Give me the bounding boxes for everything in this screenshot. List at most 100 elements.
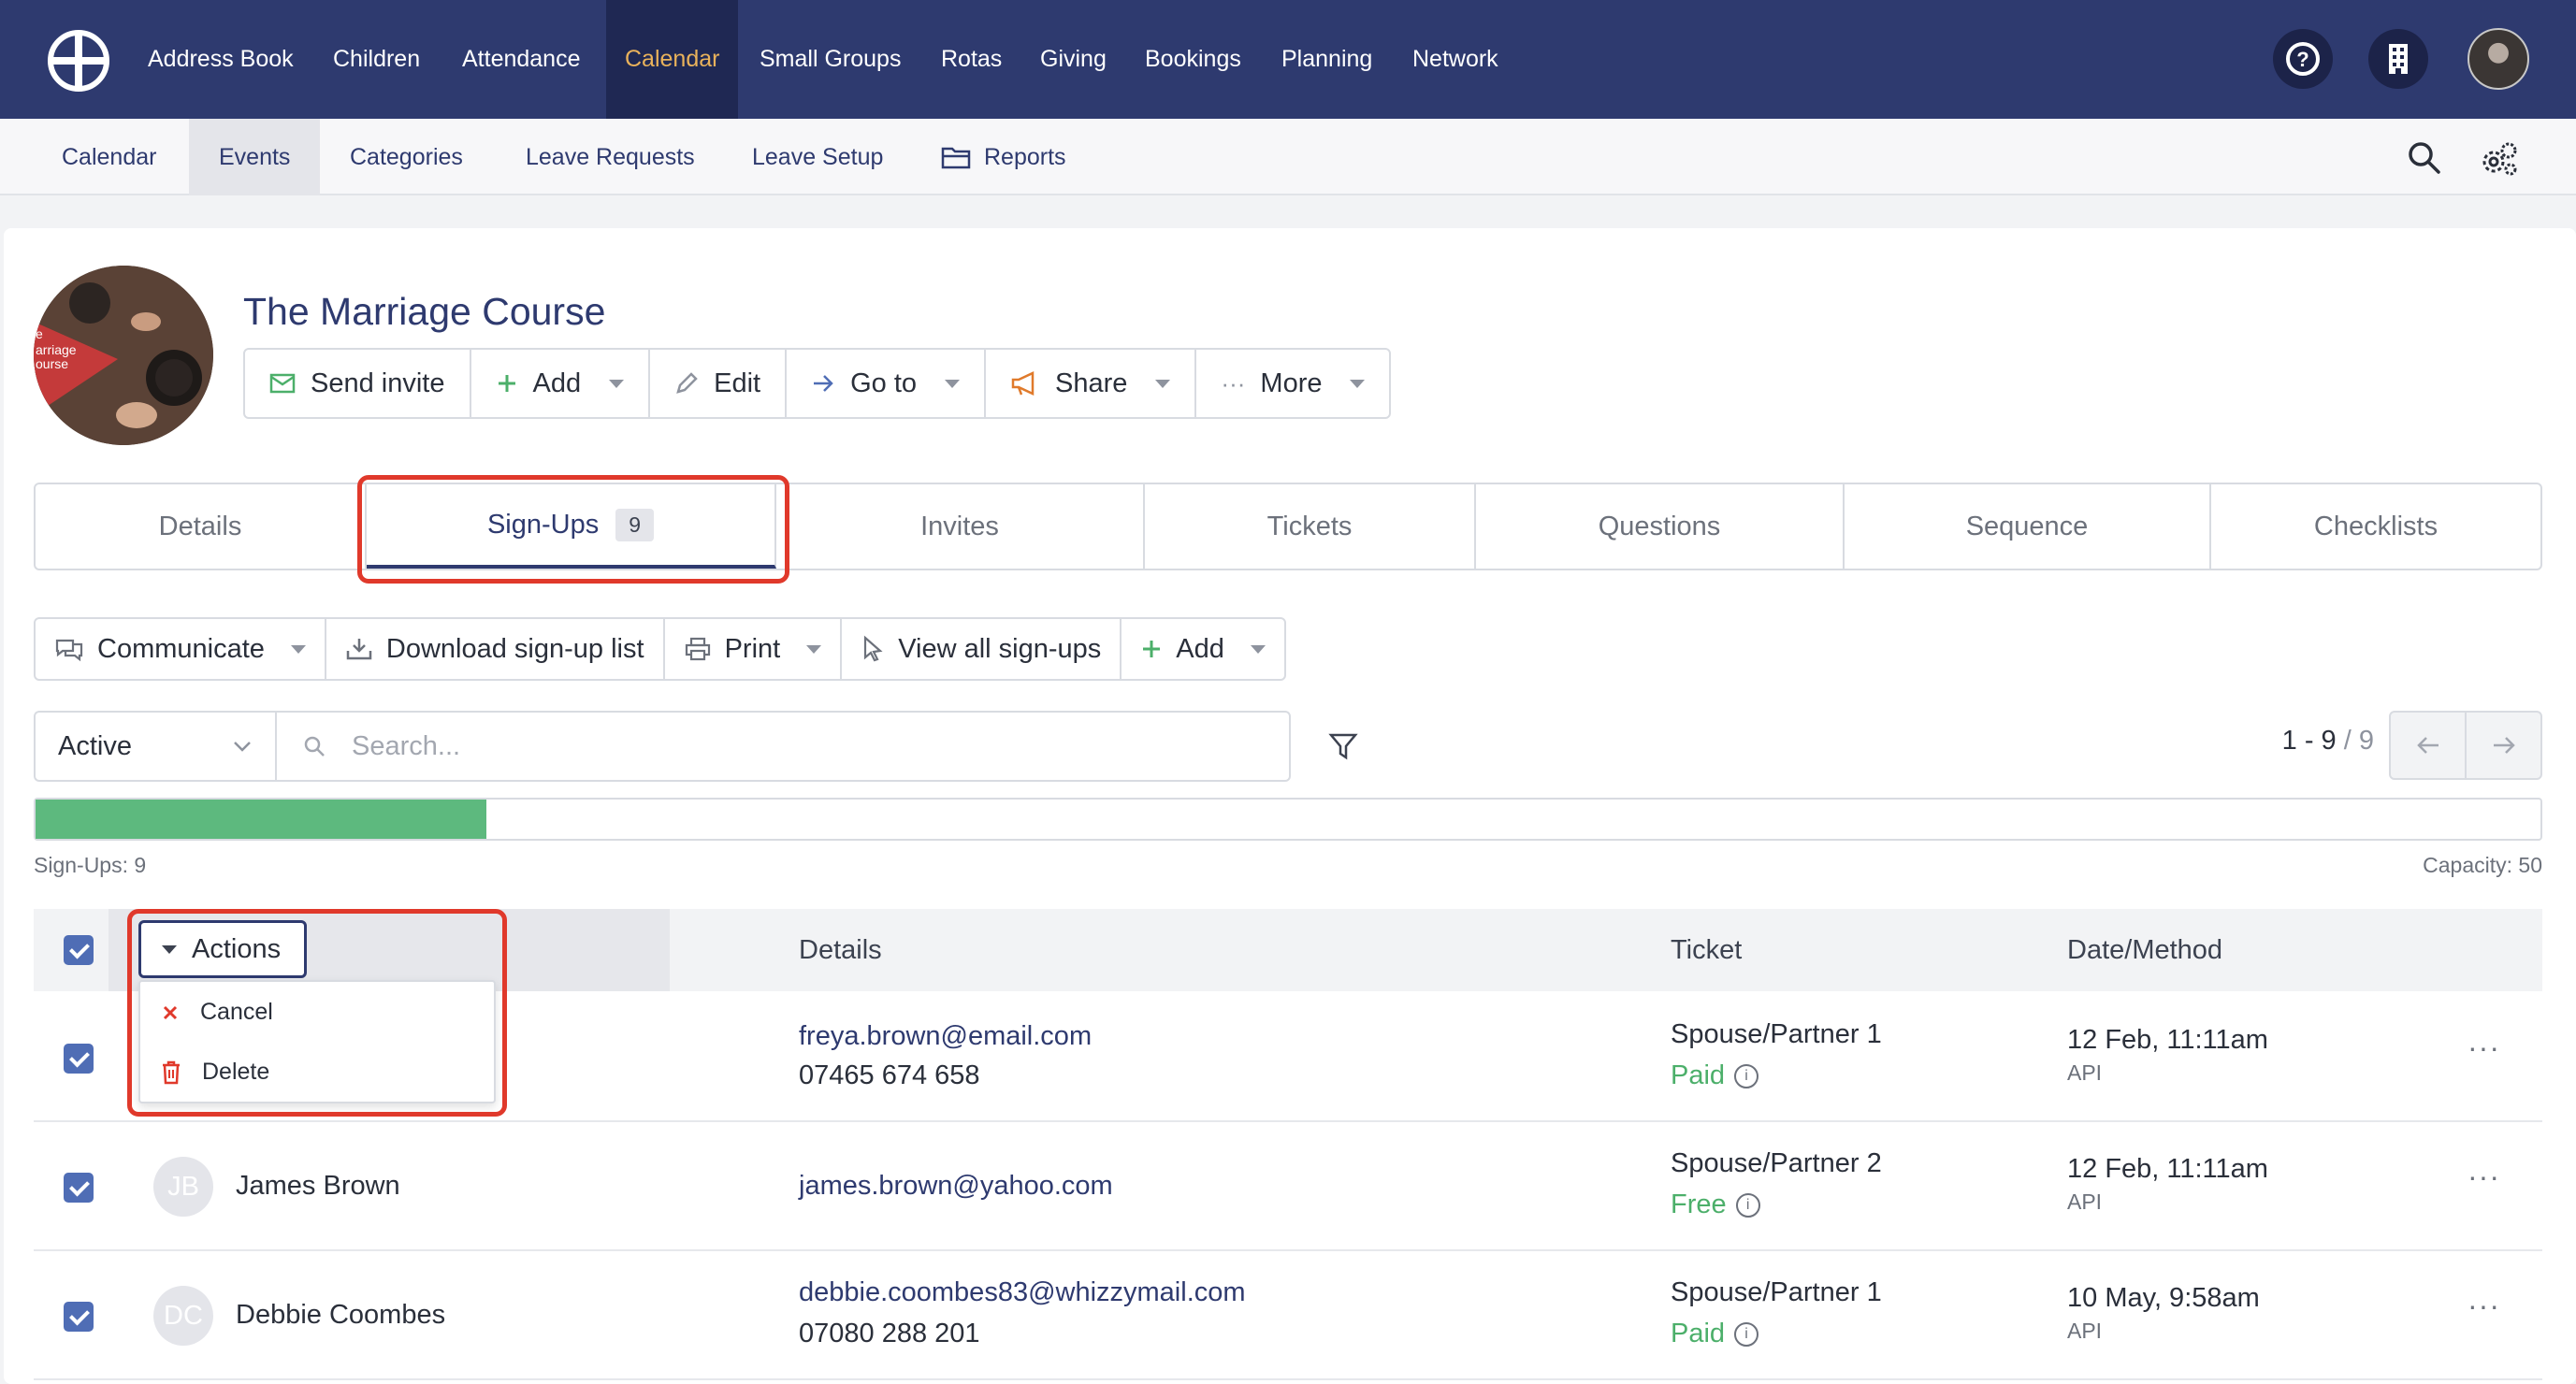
send-invite-button[interactable]: Send invite <box>245 350 471 417</box>
nav-attendance[interactable]: Attendance <box>462 0 581 119</box>
add-signup-label: Add <box>1176 633 1224 664</box>
tab-checklists[interactable]: Checklists <box>2211 484 2540 569</box>
go-to-button[interactable]: Go to <box>787 350 987 417</box>
tab-details[interactable]: Details <box>36 484 367 569</box>
more-button[interactable]: ··· More <box>1196 350 1389 417</box>
payment-label: Paid <box>1671 1060 1726 1090</box>
status-select[interactable]: Active <box>34 711 277 782</box>
add-signup-button[interactable]: Add <box>1122 619 1284 679</box>
svg-text:arriage: arriage <box>36 342 77 357</box>
chevron-down-icon <box>1350 379 1366 388</box>
table-row[interactable]: DC Debbie Coombes debbie.coombes83@whizz… <box>34 1251 2542 1380</box>
search-placeholder: Search... <box>352 731 461 761</box>
subnav-leave-setup[interactable]: Leave Setup <box>752 119 883 195</box>
row-name[interactable]: James Brown <box>236 1171 400 1202</box>
print-button[interactable]: Print <box>665 619 843 679</box>
tab-sequence[interactable]: Sequence <box>1845 484 2211 569</box>
search-icon[interactable] <box>2406 139 2443 177</box>
row-checkbox[interactable] <box>64 1044 94 1074</box>
organization-button[interactable] <box>2368 29 2428 89</box>
row-checkbox[interactable] <box>64 1173 94 1203</box>
nav-small-groups[interactable]: Small Groups <box>760 0 901 119</box>
nav-children[interactable]: Children <box>333 0 420 119</box>
filter-icon[interactable] <box>1328 731 1358 761</box>
capacity-label: Capacity: 50 <box>2423 853 2542 877</box>
nav-giving[interactable]: Giving <box>1040 0 1107 119</box>
tab-tickets[interactable]: Tickets <box>1145 484 1476 569</box>
row-menu-icon[interactable]: ··· <box>2467 1160 2500 1194</box>
cursor-icon <box>864 635 883 662</box>
subnav-events[interactable]: Events <box>189 119 321 195</box>
nav-address-book[interactable]: Address Book <box>148 0 294 119</box>
add-label: Add <box>532 368 582 398</box>
chevron-down-icon <box>1250 644 1266 654</box>
user-avatar[interactable] <box>2467 28 2529 90</box>
download-signup-list-button[interactable]: Download sign-up list <box>326 619 665 679</box>
share-button[interactable]: Share <box>986 350 1197 417</box>
arrow-right-icon <box>814 375 833 392</box>
info-icon[interactable]: i <box>1734 1321 1759 1347</box>
nav-bookings[interactable]: Bookings <box>1145 0 1241 119</box>
print-label: Print <box>724 633 781 664</box>
info-icon[interactable]: i <box>1735 1192 1760 1218</box>
top-nav: Address Book Children Attendance Calenda… <box>0 0 2576 119</box>
row-date: 12 Feb, 11:11am <box>2067 1025 2268 1055</box>
chevron-down-icon <box>806 644 822 654</box>
logo-icon[interactable] <box>47 29 110 93</box>
share-label: Share <box>1055 368 1128 398</box>
envelope-icon <box>269 373 296 394</box>
header-ticket: Ticket <box>1671 935 1743 965</box>
event-title: The Marriage Course <box>243 290 606 333</box>
avatar: JB <box>153 1157 213 1217</box>
signups-toolbar: Communicate Download sign-up list Print … <box>34 617 1286 681</box>
row-checkbox[interactable] <box>64 1302 94 1332</box>
download-label: Download sign-up list <box>385 633 644 664</box>
help-button[interactable]: ? <box>2273 29 2333 89</box>
info-icon[interactable]: i <box>1734 1063 1759 1088</box>
row-date: 12 Feb, 11:11am <box>2067 1154 2268 1184</box>
tab-invites[interactable]: Invites <box>776 484 1145 569</box>
row-date: 10 May, 9:58am <box>2067 1283 2260 1313</box>
printer-icon <box>685 637 710 661</box>
edit-button[interactable]: Edit <box>650 350 788 417</box>
row-email[interactable]: freya.brown@email.com <box>799 1021 1092 1052</box>
nav-rotas[interactable]: Rotas <box>941 0 1002 119</box>
svg-text:ourse: ourse <box>36 356 68 371</box>
next-page-button[interactable] <box>2467 713 2540 778</box>
chevron-down-icon <box>945 379 961 388</box>
arrow-left-icon <box>2416 737 2439 754</box>
settings-icon[interactable] <box>2479 137 2520 179</box>
row-email[interactable]: debbie.coombes83@whizzymail.com <box>799 1277 1246 1308</box>
nav-network[interactable]: Network <box>1412 0 1498 119</box>
edit-label: Edit <box>714 368 761 398</box>
subnav-categories[interactable]: Categories <box>350 119 463 195</box>
chevron-down-icon <box>1155 379 1171 388</box>
row-ticket: Spouse/Partner 1 <box>1671 1019 1882 1049</box>
row-ticket: Spouse/Partner 2 <box>1671 1148 1882 1178</box>
subnav-reports[interactable]: Reports <box>984 119 1066 195</box>
row-menu-icon[interactable]: ··· <box>2467 1031 2500 1065</box>
pencil-icon <box>676 372 698 394</box>
prev-page-button[interactable] <box>2391 713 2467 778</box>
nav-planning[interactable]: Planning <box>1281 0 1372 119</box>
send-invite-label: Send invite <box>311 368 445 398</box>
folder-icon <box>941 147 971 169</box>
add-button[interactable]: Add <box>471 350 651 417</box>
row-name[interactable]: Debbie Coombes <box>236 1300 445 1331</box>
highlight-sign-ups-tab <box>357 475 789 584</box>
total-text: / 9 <box>2343 726 2374 756</box>
select-all-checkbox[interactable] <box>64 935 94 965</box>
chat-icon <box>55 639 83 662</box>
communicate-button[interactable]: Communicate <box>36 619 326 679</box>
table-row[interactable]: JB James Brown james.brown@yahoo.com Spo… <box>34 1122 2542 1251</box>
row-method: API <box>2067 1189 2103 1214</box>
tab-questions[interactable]: Questions <box>1476 484 1845 569</box>
row-menu-icon[interactable]: ··· <box>2467 1289 2500 1323</box>
search-input[interactable]: Search... <box>275 711 1291 782</box>
capacity-progress-fill <box>36 800 487 839</box>
view-all-signups-button[interactable]: View all sign-ups <box>842 619 1122 679</box>
subnav-calendar[interactable]: Calendar <box>62 119 156 195</box>
row-email[interactable]: james.brown@yahoo.com <box>799 1171 1113 1202</box>
subnav-leave-requests[interactable]: Leave Requests <box>526 119 695 195</box>
nav-calendar[interactable]: Calendar <box>606 0 739 119</box>
